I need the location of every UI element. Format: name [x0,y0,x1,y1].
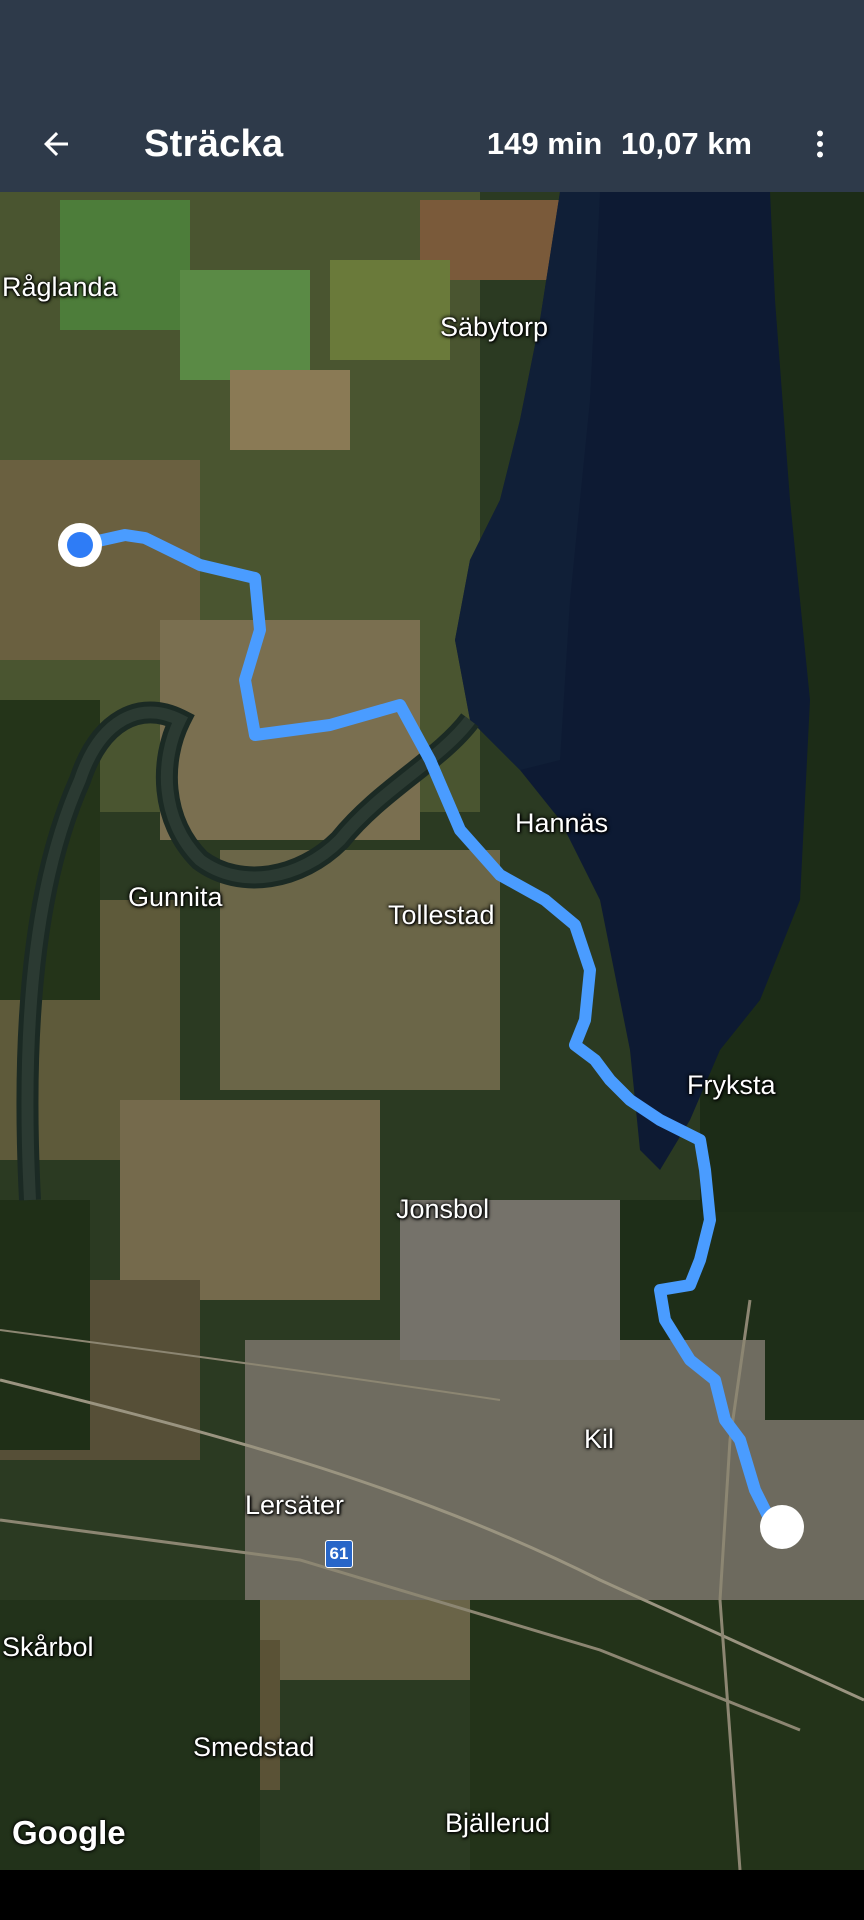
arrow-left-icon [44,132,68,156]
status-bar [0,0,864,96]
page-title: Sträcka [144,123,284,165]
end-marker[interactable] [760,1505,804,1549]
map-view[interactable]: Råglanda Säbytorp Hannäs Gunnita Tollest… [0,192,864,1870]
place-label: Gunnita [128,882,223,912]
place-label: Tollestad [388,900,495,930]
app-bar: Sträcka 149 min 10,07 km [0,96,864,192]
place-label: Lersäter [245,1490,345,1520]
place-label: Hannäs [515,808,609,838]
more-options-button[interactable] [792,116,848,172]
place-label: Skårbol [2,1632,94,1662]
satellite-map [0,192,864,1870]
place-label: Fryksta [687,1070,776,1100]
road-number-badge: 61 [325,1540,353,1568]
navigation-bar [0,1870,864,1920]
route-distance: 10,07 km [621,126,752,161]
back-button[interactable] [28,116,84,172]
route-duration: 149 min [486,126,603,161]
route-stats: 149 min 10,07 km [487,96,752,192]
place-label: Säbytorp [440,312,549,342]
place-label: Jonsbol [396,1194,490,1224]
place-label: Bjällerud [445,1808,551,1838]
place-label: Smedstad [193,1732,315,1762]
place-label: Råglanda [2,272,118,302]
google-logo: Google [12,1814,126,1851]
more-vert-icon [817,130,823,158]
place-label: Kil [584,1424,615,1454]
